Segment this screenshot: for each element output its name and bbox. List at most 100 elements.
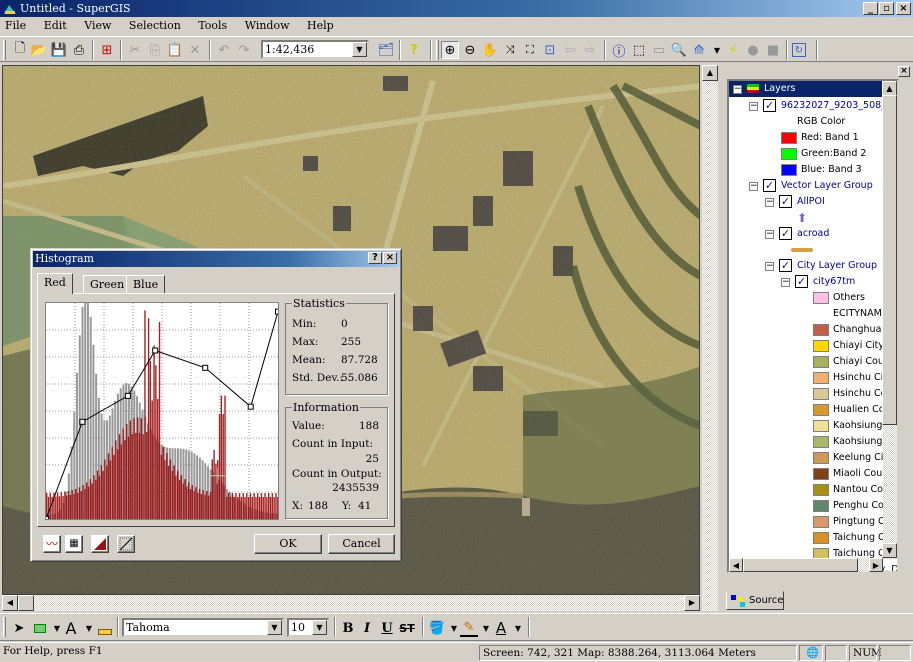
toolbar-grip[interactable] <box>436 40 439 60</box>
toolbar-grip[interactable] <box>3 40 6 60</box>
fixed-zoom-in-icon[interactable]: ⤨ <box>501 41 519 59</box>
measure-icon[interactable]: ⟰ <box>690 41 708 59</box>
tab-red[interactable]: Red <box>37 273 73 294</box>
tree-scroll-up-icon[interactable]: ▲ <box>882 81 897 96</box>
bold-button[interactable]: B <box>339 619 357 637</box>
layer-visibility-checkbox[interactable]: ✓ <box>779 195 792 208</box>
disabled-tool2-icon[interactable]: ■ <box>764 41 782 59</box>
scale-combo[interactable]: 1:42,436 ▼ <box>261 40 369 59</box>
menu-view[interactable]: View <box>79 17 116 35</box>
collapse-icon[interactable]: − <box>765 230 774 239</box>
menu-file[interactable]: File <box>0 17 31 35</box>
menu-help[interactable]: Help <box>302 17 339 35</box>
hyperlink-icon[interactable]: ⚡ <box>724 41 742 59</box>
delete-icon[interactable]: ✕ <box>186 41 204 59</box>
menu-selection[interactable]: Selection <box>124 17 186 35</box>
tree-scroll-left-icon[interactable]: ◀ <box>729 558 743 572</box>
chevron-down-icon[interactable]: ▼ <box>509 619 527 637</box>
map-vertical-scrollbar[interactable]: ▲ <box>702 65 718 611</box>
collapse-icon[interactable]: − <box>749 102 758 111</box>
layer-visibility-checkbox[interactable]: ✓ <box>795 275 808 288</box>
layer-properties-icon[interactable]: 🗂 <box>377 41 395 59</box>
collapse-icon[interactable]: − <box>781 278 790 287</box>
collapse-icon[interactable]: − <box>765 198 774 207</box>
add-layer-icon[interactable]: ⊞ <box>98 41 116 59</box>
find-icon[interactable]: 🔍 <box>670 41 688 59</box>
layer-visibility-checkbox[interactable]: ✓ <box>763 99 776 112</box>
restore-button[interactable]: ▫ <box>879 2 894 15</box>
line-color-icon[interactable]: ✎ <box>460 619 478 637</box>
redo-icon[interactable]: ↷ <box>235 41 253 59</box>
refresh-icon[interactable]: ↻ <box>792 43 806 57</box>
cancel-button[interactable]: Cancel <box>328 534 395 554</box>
chevron-down-icon[interactable]: ▼ <box>312 620 327 635</box>
full-extent-icon[interactable]: ⊡ <box>541 41 559 59</box>
minimize-button[interactable]: _ <box>863 2 878 15</box>
zoom-out-icon[interactable]: ⊖ <box>461 41 479 59</box>
collapse-icon[interactable]: − <box>733 85 742 94</box>
font-size-combo[interactable]: 10 ▼ <box>287 618 329 637</box>
zoom-in-icon[interactable]: ⊕ <box>441 41 459 59</box>
scroll-thumb[interactable] <box>18 595 34 611</box>
scroll-up-icon[interactable]: ▲ <box>702 65 718 81</box>
new-document-icon[interactable]: 🗋 <box>11 41 29 59</box>
toolbar-grip[interactable] <box>3 617 6 637</box>
map-horizontal-scrollbar[interactable]: ◀ ▶ <box>2 595 700 611</box>
dialog-help-button[interactable]: ? <box>368 252 382 264</box>
tree-scroll-down-icon[interactable]: ▼ <box>882 543 897 558</box>
layer-visibility-checkbox[interactable]: ✓ <box>779 227 792 240</box>
dialog-title-bar[interactable]: Histogram ? × <box>33 251 399 267</box>
menu-window[interactable]: Window <box>240 17 295 35</box>
italic-button[interactable]: I <box>358 619 376 637</box>
source-tab[interactable]: Source <box>726 591 784 610</box>
forward-extent-icon[interactable]: ⇨ <box>581 41 599 59</box>
panel-close-icon[interactable]: × <box>898 66 910 77</box>
tree-scroll-thumb[interactable] <box>882 95 897 425</box>
strikethrough-button[interactable]: ST <box>398 619 416 637</box>
tree-hscroll-thumb[interactable] <box>743 558 858 572</box>
fill-curve-icon[interactable] <box>91 535 109 553</box>
tree-scroll-right-icon[interactable]: ▶ <box>869 558 883 572</box>
fill-symbol-icon[interactable] <box>96 619 114 637</box>
tree-horizontal-scrollbar[interactable]: ◀ ▶ <box>729 558 883 572</box>
menu-edit[interactable]: Edit <box>39 17 72 35</box>
font-name-combo[interactable]: Tahoma ▼ <box>122 618 284 637</box>
dialog-close-button[interactable]: × <box>383 252 397 264</box>
group-visibility-checkbox[interactable]: ✓ <box>763 179 776 192</box>
paste-icon[interactable]: 📋 <box>166 41 184 59</box>
collapse-icon[interactable]: − <box>765 262 774 271</box>
open-folder-icon[interactable]: 📂 <box>30 41 48 59</box>
print-icon[interactable]: ⎙ <box>70 41 88 59</box>
select-by-rect-icon[interactable]: ▭ <box>650 41 668 59</box>
copy-icon[interactable]: ⎘ <box>146 41 164 59</box>
histogram-chart[interactable] <box>45 302 279 520</box>
close-button[interactable]: × <box>896 2 911 15</box>
chevron-down-icon[interactable]: ▼ <box>267 620 282 635</box>
back-extent-icon[interactable]: ⇦ <box>561 41 579 59</box>
group-visibility-checkbox[interactable]: ✓ <box>779 259 792 272</box>
linear-stretch-icon[interactable] <box>117 535 135 553</box>
identify-icon[interactable]: ⓘ <box>610 41 628 60</box>
fill-color-icon[interactable]: 🪣 <box>428 619 446 637</box>
pan-hand-icon[interactable]: ✋ <box>481 41 499 59</box>
rectangle-tool-icon[interactable] <box>31 619 49 637</box>
ok-button[interactable]: OK <box>254 534 322 554</box>
disabled-tool-icon[interactable]: ● <box>744 41 762 59</box>
chevron-down-icon[interactable]: ▼ <box>352 42 367 57</box>
collapse-icon[interactable]: − <box>749 182 758 191</box>
scroll-right-icon[interactable]: ▶ <box>684 595 700 611</box>
help-icon[interactable]: ? <box>405 41 423 59</box>
tree-root-layers[interactable]: − Layers <box>729 81 897 97</box>
tab-blue[interactable]: Blue <box>126 275 166 294</box>
save-icon[interactable]: 💾 <box>50 41 68 59</box>
select-feature-icon[interactable]: ⬚ <box>630 41 648 59</box>
underline-button[interactable]: U <box>378 619 396 637</box>
undo-icon[interactable]: ↶ <box>215 41 233 59</box>
select-pointer-icon[interactable]: ➤ <box>10 619 28 637</box>
tab-green[interactable]: Green <box>83 275 132 294</box>
scroll-left-icon[interactable]: ◀ <box>2 595 18 611</box>
grid-tool-icon[interactable]: ▦ <box>65 535 83 553</box>
fixed-zoom-out-icon[interactable]: ⛶ <box>521 41 539 59</box>
curve-tool-icon[interactable]: 〰 <box>43 535 61 553</box>
menu-tools[interactable]: Tools <box>193 17 232 35</box>
